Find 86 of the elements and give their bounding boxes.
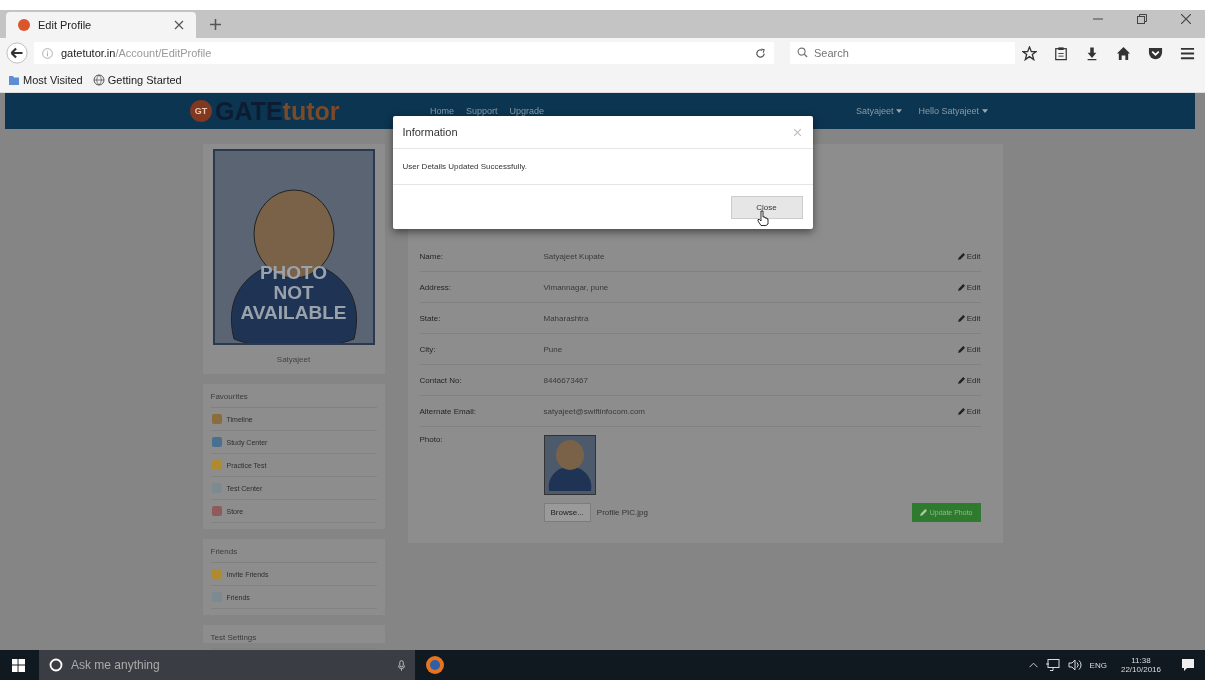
edit-link[interactable]: Edit: [957, 406, 981, 416]
search-field[interactable]: Search: [790, 42, 1015, 64]
edit-link[interactable]: Edit: [957, 251, 981, 261]
field-label: Contact No:: [419, 375, 463, 385]
new-tab-icon[interactable]: [210, 19, 221, 30]
search-icon: [797, 47, 808, 58]
field-label: Alternate Email:: [419, 406, 477, 416]
pencil-icon: [957, 407, 965, 415]
address-field[interactable]: gatetutor.in/Account/EditProfile: [34, 42, 774, 64]
edit-link[interactable]: Edit: [957, 282, 981, 292]
item-icon: [210, 568, 223, 580]
item-icon: [210, 459, 223, 471]
field-label: Address:: [419, 282, 453, 292]
photo-caption: NOT: [273, 283, 314, 303]
item-icon: [210, 436, 223, 448]
field-label: Photo:: [419, 435, 444, 446]
user-name: Satyajeet: [275, 354, 312, 366]
pencil-icon: [919, 509, 927, 516]
field-label: City:: [419, 344, 437, 354]
field-value: satyajeet@swiftinfocom.com: [543, 406, 646, 416]
browser-taskbar-icon[interactable]: [425, 655, 445, 675]
language-indicator[interactable]: ENG: [1089, 660, 1107, 670]
pencil-icon: [957, 376, 965, 384]
browse-button[interactable]: Browse...: [543, 503, 591, 522]
chevron-up-icon[interactable]: [1028, 662, 1038, 668]
user-menu[interactable]: Hello Satyajeet: [918, 106, 988, 116]
item-icon: [210, 505, 223, 517]
file-name: Profile PIC.jpg: [596, 508, 649, 517]
download-icon[interactable]: [1085, 45, 1099, 61]
field-label: State:: [419, 313, 442, 323]
field-value: 8446673467: [543, 375, 589, 385]
site-favicon-icon: [18, 19, 30, 31]
field-value: Pune: [543, 344, 564, 354]
nav-link[interactable]: Support: [466, 106, 498, 116]
folder-icon: [8, 74, 20, 86]
field-value: Satyajeet Kupate: [543, 251, 606, 261]
pocket-icon[interactable]: [1148, 45, 1163, 61]
panel-title: Friends: [210, 543, 377, 563]
taskbar-search-field[interactable]: Ask me anything: [39, 650, 415, 680]
close-icon[interactable]: [1181, 14, 1191, 24]
photo-caption: AVAILABLE: [240, 303, 347, 323]
info-icon: [42, 47, 53, 59]
logo-badge: GT: [190, 100, 212, 122]
edit-link[interactable]: Edit: [957, 375, 981, 385]
browser-tab[interactable]: Edit Profile: [6, 12, 196, 38]
profile-thumbnail: [543, 435, 596, 495]
back-icon[interactable]: [6, 42, 28, 64]
pencil-icon: [957, 252, 965, 260]
panel-title: Favourites: [210, 388, 377, 408]
globe-icon: [92, 74, 105, 86]
clock-date[interactable]: 22/10/2016: [1120, 665, 1161, 674]
caret-icon: [982, 109, 988, 113]
close-button[interactable]: Close: [730, 196, 803, 219]
nav-link[interactable]: Home: [430, 106, 454, 116]
hand-cursor-icon: [756, 210, 769, 226]
pencil-icon: [957, 283, 965, 291]
bookmark-link[interactable]: Getting Started: [92, 74, 182, 86]
reload-icon[interactable]: [755, 47, 766, 59]
network-icon[interactable]: [1045, 659, 1060, 671]
field-label: Name:: [419, 251, 445, 261]
nav-link[interactable]: Upgrade: [509, 106, 545, 116]
user-menu[interactable]: Satyajeet: [855, 106, 903, 116]
caret-icon: [896, 109, 903, 113]
panel-title: Test Settings: [210, 629, 377, 649]
volume-icon[interactable]: [1067, 659, 1082, 671]
edit-link[interactable]: Edit: [957, 313, 981, 323]
field-value: Vimannagar, pune: [543, 282, 610, 292]
bookmark-star-icon[interactable]: [1022, 45, 1037, 61]
notification-icon[interactable]: [1181, 658, 1195, 672]
pencil-icon: [957, 345, 965, 353]
cortana-circle-icon: [49, 658, 63, 672]
close-tab-icon[interactable]: [174, 20, 184, 30]
clock-time[interactable]: 11:38: [1131, 656, 1151, 665]
dialog-title: Information: [402, 126, 458, 138]
pencil-icon: [957, 314, 965, 322]
menu-icon[interactable]: [1180, 45, 1195, 61]
clipboard-icon[interactable]: [1054, 45, 1068, 61]
bookmark-link[interactable]: Most Visited: [8, 74, 83, 86]
windows-start-icon[interactable]: [12, 658, 25, 672]
dialog-message: User Details Updated Successfully.: [392, 149, 813, 185]
home-icon[interactable]: [1116, 45, 1131, 61]
microphone-icon[interactable]: [398, 659, 405, 671]
field-value: Maharashtra: [543, 313, 590, 323]
edit-link[interactable]: Edit: [957, 344, 981, 354]
item-icon: [210, 413, 223, 425]
restore-icon[interactable]: [1137, 14, 1147, 24]
